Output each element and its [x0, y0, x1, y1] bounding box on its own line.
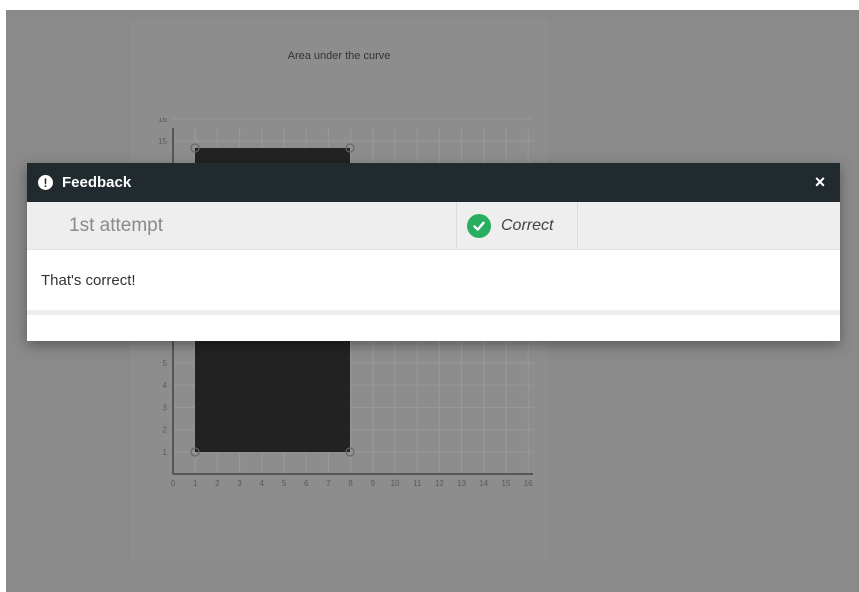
feedback-modal: ! Feedback × 1st attempt Correct That's …	[27, 163, 840, 341]
feedback-message: That's correct!	[41, 271, 136, 289]
x-tick-label: 9	[371, 479, 376, 488]
y-tick-label: 15	[158, 137, 167, 146]
close-button[interactable]: ×	[810, 172, 830, 192]
y-tick-label: 1	[163, 448, 168, 457]
x-tick-label: 2	[215, 479, 220, 488]
x-tick-label: 13	[457, 479, 466, 488]
x-tick-label: 0	[171, 479, 176, 488]
attempt-row: 1st attempt Correct	[27, 202, 840, 250]
x-tick-label: 12	[435, 479, 444, 488]
x-tick-label: 4	[260, 479, 265, 488]
x-tick-label: 7	[326, 479, 331, 488]
y-tick-label: 4	[163, 381, 168, 390]
exclamation-circle-icon: !	[38, 175, 53, 190]
y-tick-label: 2	[163, 426, 168, 435]
y-tick-label: 3	[163, 403, 168, 412]
check-circle-icon	[467, 213, 491, 238]
x-tick-label: 10	[391, 479, 400, 488]
x-tick-label: 5	[282, 479, 287, 488]
x-tick-label: 3	[237, 479, 242, 488]
x-tick-label: 14	[479, 479, 488, 488]
modal-footer	[27, 310, 840, 315]
x-tick-label: 15	[502, 479, 511, 488]
x-tick-label: 16	[524, 479, 533, 488]
modal-title: Feedback	[62, 174, 132, 191]
y-tick-label: 5	[163, 359, 168, 368]
graph-title: Area under the curve	[287, 50, 391, 62]
x-tick-label: 6	[304, 479, 309, 488]
attempt-result: Correct	[457, 202, 578, 249]
y-tick-label: 16	[158, 118, 167, 124]
x-tick-label: 11	[413, 479, 422, 488]
x-tick-label: 8	[348, 479, 353, 488]
x-tick-label: 1	[193, 479, 198, 488]
attempt-label: 1st attempt	[27, 202, 457, 249]
modal-header: ! Feedback ×	[27, 163, 840, 202]
result-label: Correct	[501, 216, 554, 234]
